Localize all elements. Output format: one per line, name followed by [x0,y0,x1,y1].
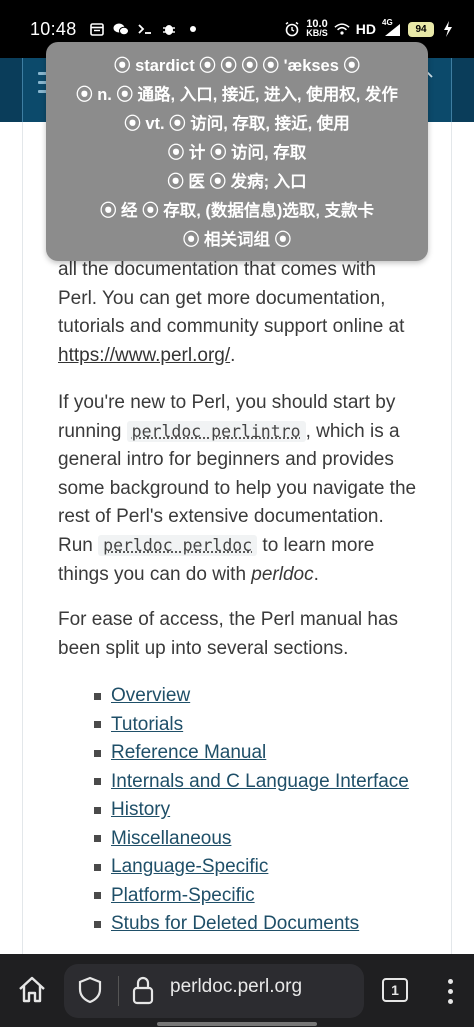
tab-counter-button[interactable]: 1 [382,978,408,1002]
perldoc-emphasis: perldoc [251,563,314,585]
list-item: Platform-Specific [94,882,409,911]
system-icons: 10.0 KB/S HD 4G 94 [284,18,456,38]
bullet-icon [94,806,101,814]
dict-computing-line: ⦿ 计 ⦿ 访问, 存取 [167,144,307,162]
intro-paragraph: all the documentation that comes with Pe… [58,256,418,370]
wifi-icon [334,21,350,37]
section-link-reference-manual[interactable]: Reference Manual [111,742,266,764]
newcomer-text-end: . [313,563,319,585]
sections-list: Overview Tutorials Reference Manual Inte… [94,682,409,939]
section-link-platform-specific[interactable]: Platform-Specific [111,885,255,907]
calendar-icon [89,21,105,37]
alarm-icon [284,21,300,37]
list-item: History [94,796,409,825]
section-link-tutorials[interactable]: Tutorials [111,714,183,736]
dict-related-phrases-line[interactable]: ⦿ 相关词组 ⦿ [46,226,428,255]
more-notifications-dot-icon [185,21,201,37]
phone-screen: 10:48 10.0 KB/S HD 4G 94 all the documen… [0,0,474,1027]
dict-verb-line: ⦿ vt. ⦿ 访问, 存取, 接近, 使用 [124,115,350,133]
network-speed-unit: KB/S [306,28,328,38]
charging-icon [440,21,456,37]
list-item: Miscellaneous [94,825,409,854]
hd-voice-label: HD [355,21,376,37]
status-time: 10:48 [30,18,77,39]
list-item: Tutorials [94,711,409,740]
dict-economics-line: ⦿ 经 ⦿ 存取, (数据信息)选取, 支款卡 [99,202,375,220]
bullet-icon [94,892,101,900]
lock-icon[interactable] [132,975,154,1005]
list-item: Internals and C Language Interface [94,768,409,797]
list-item: Reference Manual [94,739,409,768]
perlintro-code-link[interactable]: perldoc perlintro [126,420,306,442]
bullet-icon [94,920,101,928]
home-icon[interactable] [16,974,48,1006]
intro-end: . [230,344,236,366]
perl-org-link[interactable]: https://www.perl.org/ [58,345,230,366]
section-link-history[interactable]: History [111,799,170,821]
dict-medical-line: ⦿ 医 ⦿ 发病; 入口 [167,173,307,191]
url-divider [118,976,119,1006]
url-text[interactable]: perldoc.perl.org [170,976,302,998]
gesture-navigation-bar[interactable] [157,1022,317,1026]
dict-noun-line: ⦿ n. ⦿ 通路, 入口, 接近, 进入, 使用权, 发作 [76,86,398,104]
sections-intro-paragraph: For ease of access, the Perl manual has … [58,609,399,659]
list-item: Stubs for Deleted Documents [94,910,409,939]
intro-text: all the documentation that comes with Pe… [58,259,405,338]
bullet-icon [94,778,101,786]
bug-icon [161,21,177,37]
network-speed: 10.0 KB/S [306,19,328,38]
bullet-icon [94,721,101,729]
bullet-icon [94,749,101,757]
newcomer-paragraph: If you're new to Perl, you should start … [58,389,418,589]
shield-icon[interactable] [78,976,102,1004]
bullet-icon [94,835,101,843]
section-link-language-specific[interactable]: Language-Specific [111,856,268,878]
cell-signal-icon: 4G [382,18,402,37]
dictionary-popup[interactable]: ⦿ stardict ⦿ ⦿ ⦿ ⦿ 'ækses ⦿ ⦿ n. ⦿ 通路, 入… [46,42,428,261]
list-item: Language-Specific [94,853,409,882]
bullet-icon [94,863,101,871]
bullet-icon [94,692,101,700]
perldoc-code-link[interactable]: perldoc perldoc [98,534,258,556]
section-link-miscellaneous[interactable]: Miscellaneous [111,828,231,850]
browser-toolbar: perldoc.perl.org 1 [0,954,474,1027]
section-link-stubs[interactable]: Stubs for Deleted Documents [111,913,359,935]
dict-headword-line: ⦿ stardict ⦿ ⦿ ⦿ ⦿ 'ækses ⦿ [114,57,360,75]
list-item: Overview [94,682,409,711]
overflow-menu-icon[interactable] [446,976,454,1006]
signal-type-label: 4G [382,18,393,27]
terminal-icon [137,21,153,37]
wechat-icon [113,21,129,37]
battery-indicator: 94 [408,21,434,37]
section-link-overview[interactable]: Overview [111,685,190,707]
section-link-internals[interactable]: Internals and C Language Interface [111,771,409,793]
notification-icons [89,21,201,37]
